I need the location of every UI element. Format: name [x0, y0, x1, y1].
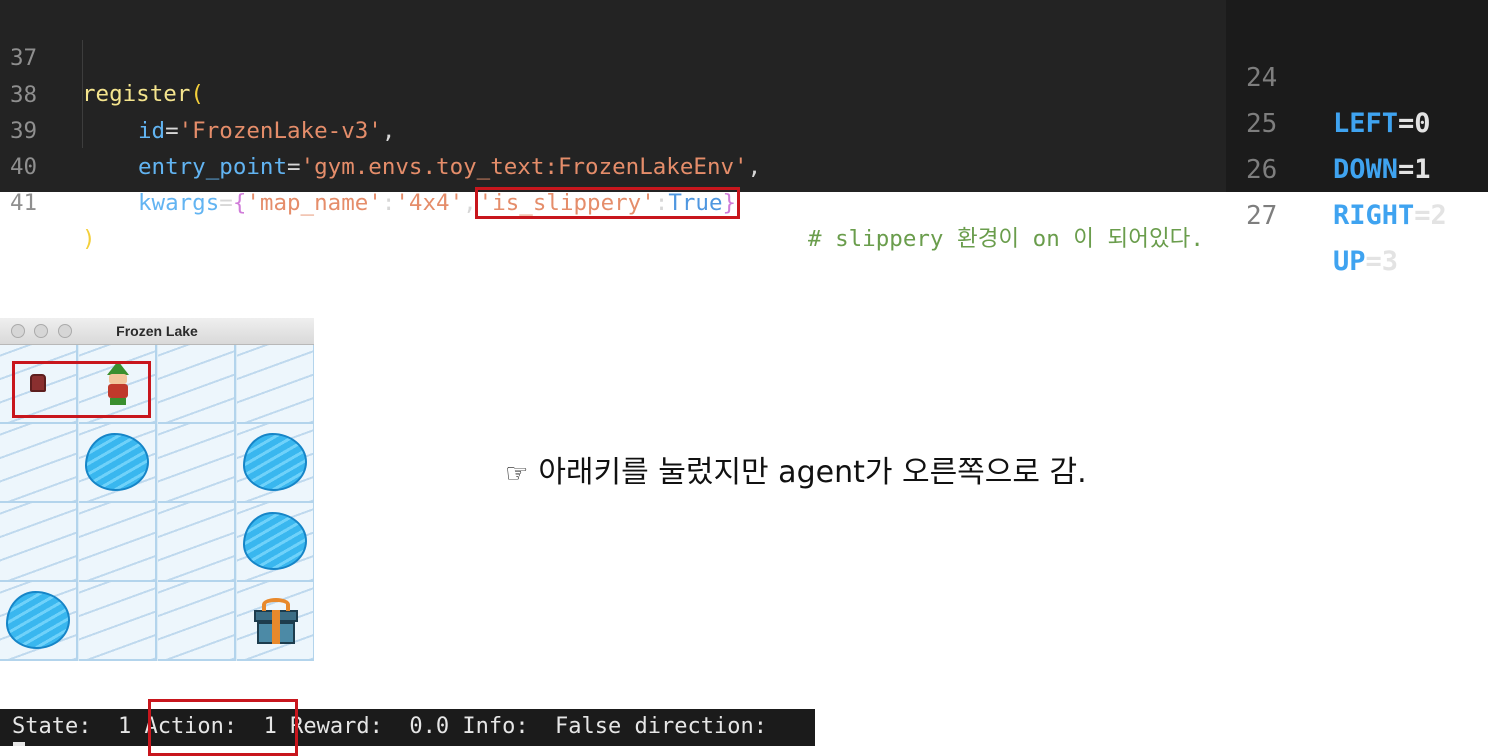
- goal-gift-icon: [253, 598, 299, 646]
- arg-key: entry_point: [138, 154, 288, 180]
- action-down-line: 25 DOWN=1: [1226, 55, 1431, 185]
- arg-key: kwargs: [138, 190, 220, 216]
- comma: ,: [381, 118, 396, 144]
- function-name: register: [82, 81, 191, 107]
- colon: :: [381, 190, 396, 216]
- lake-cell-goal: [237, 582, 314, 661]
- action-value: =3: [1365, 246, 1399, 277]
- hole-icon: [6, 591, 70, 649]
- action-right-line: 26 RIGHT=2: [1226, 101, 1447, 231]
- code-editor-panel: 37 register( 38 id='FrozenLake-v3', 39 e…: [0, 0, 1226, 252]
- action-up-line: 27 UP=3: [1226, 147, 1398, 277]
- line-number: 41: [10, 190, 38, 216]
- lake-cell-frozen: [158, 503, 236, 582]
- hole-icon: [243, 433, 307, 491]
- action-highlight: [148, 699, 298, 756]
- action-value: =0: [1398, 108, 1431, 139]
- action-value: =2: [1414, 200, 1447, 231]
- lake-cell-hole: [0, 582, 78, 661]
- code-comment: # slippery 환경이 on 이 되어있다.: [808, 226, 1204, 252]
- brace-close: }: [722, 190, 737, 216]
- brace-open: {: [232, 190, 247, 216]
- arg-key: id: [138, 118, 166, 144]
- code-line-37: 37 register(: [0, 4, 204, 107]
- action-name: UP: [1333, 246, 1366, 277]
- status-line: State: 1 Action: 1 Reward: 0.0 Info: Fal…: [12, 714, 767, 739]
- agent-move-highlight: [12, 361, 151, 418]
- terminal-output: State: 1 Action: 1 Reward: 0.0 Info: Fal…: [0, 709, 815, 746]
- paren-close: ): [82, 226, 96, 252]
- lake-cell-hole: [79, 424, 157, 503]
- colon: :: [654, 190, 669, 216]
- line-number: 27: [1246, 201, 1278, 231]
- hole-icon: [85, 433, 149, 491]
- equals: =: [219, 190, 233, 216]
- action-value: =1: [1398, 154, 1431, 185]
- pointing-hand-icon: ☞: [505, 459, 529, 489]
- lake-cell-hole: [237, 503, 314, 582]
- is-slippery-highlight: 'is_slippery':True}: [474, 187, 741, 219]
- dict-value-true: True: [668, 190, 723, 216]
- code-line-40: 40 kwargs={'map_name':'4x4','is_slippery…: [0, 113, 1204, 252]
- dict-value-map: '4x4': [395, 190, 464, 216]
- code-line-41: 41 ): [0, 149, 96, 252]
- lake-cell-frozen: [158, 424, 236, 503]
- gift-bow: [262, 598, 290, 611]
- lake-cell-frozen: [79, 582, 157, 661]
- code-line-39: 39 entry_point='gym.envs.toy_text:Frozen…: [0, 77, 761, 180]
- hole-icon: [243, 512, 307, 570]
- window-title: Frozen Lake: [116, 323, 198, 339]
- dict-key-is-slippery: 'is_slippery': [478, 190, 655, 216]
- lake-cell-frozen: [237, 345, 314, 424]
- equals: =: [165, 118, 179, 144]
- dict-key-map-name: 'map_name': [246, 190, 382, 216]
- explanation-note: ☞ 아래키를 눌렀지만 agent가 오른쪽으로 감.: [505, 448, 1087, 498]
- action-constants-panel: 24 LEFT=0 25 DOWN=1 26 RIGHT=2 27 UP=3: [1226, 0, 1488, 277]
- paren-open: (: [190, 81, 204, 107]
- gift-ribbon-v: [272, 610, 280, 644]
- arg-string: 'FrozenLake-v3': [178, 118, 382, 144]
- lake-cell-frozen: [0, 503, 78, 582]
- note-text: 아래키를 눌렀지만 agent가 오른쪽으로 감.: [538, 455, 1087, 490]
- lake-cell-frozen: [79, 503, 157, 582]
- action-name: LEFT: [1333, 108, 1399, 139]
- lake-cell-hole: [237, 424, 314, 503]
- action-left-line: 24 LEFT=0: [1226, 9, 1431, 139]
- comma: ,: [747, 154, 762, 180]
- lake-cell-frozen: [158, 345, 236, 424]
- code-line-38: 38 id='FrozenLake-v3',: [0, 41, 395, 144]
- window-titlebar[interactable]: Frozen Lake: [0, 318, 314, 345]
- action-name: DOWN: [1333, 154, 1399, 185]
- lake-cell-frozen: [158, 582, 236, 661]
- equals: =: [287, 154, 301, 180]
- terminal-cursor: [13, 742, 25, 746]
- lake-cell-frozen: [0, 424, 78, 503]
- action-name: RIGHT: [1333, 200, 1415, 231]
- arg-string: 'gym.envs.toy_text:FrozenLakeEnv': [300, 154, 748, 180]
